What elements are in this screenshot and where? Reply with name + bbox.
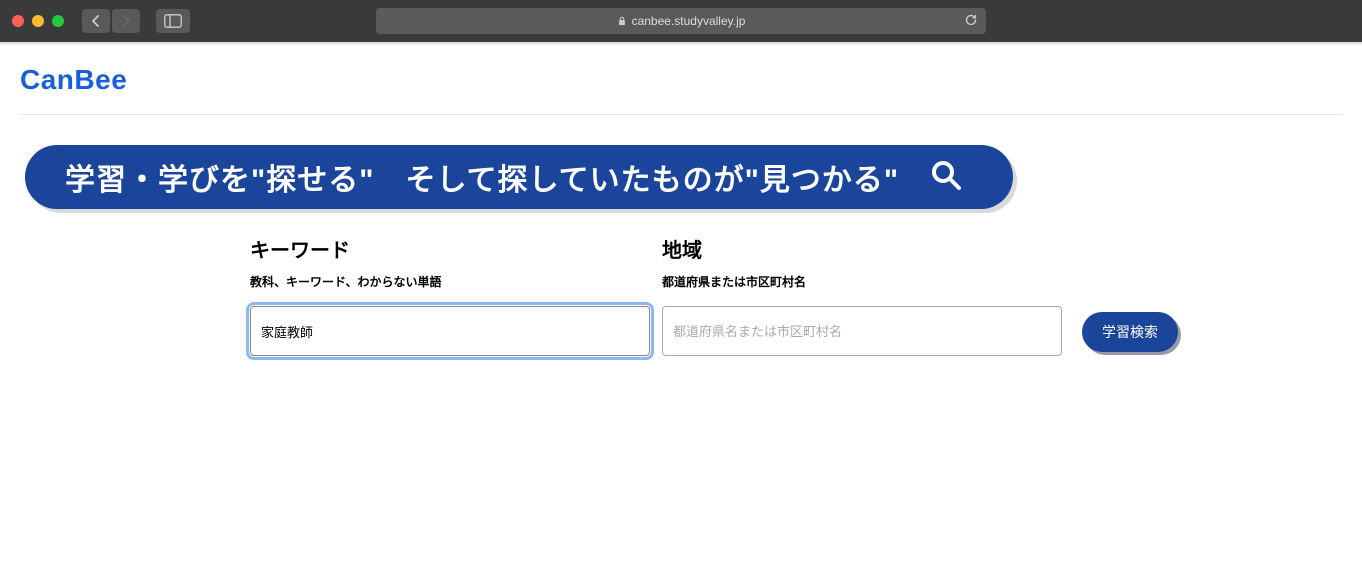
page-content: CanBee 学習・学びを"探せる" そして探していたものが"見つかる" キーワ…	[0, 46, 1362, 356]
region-input[interactable]	[662, 306, 1062, 356]
region-sublabel: 都道府県または市区町村名	[662, 273, 1062, 290]
search-icon	[929, 158, 963, 197]
close-window-button[interactable]	[12, 15, 24, 27]
keyword-input[interactable]	[250, 306, 650, 356]
region-label: 地域	[662, 234, 1062, 263]
search-button[interactable]: 学習検索	[1082, 312, 1178, 352]
divider	[20, 114, 1342, 115]
navigation-buttons	[82, 9, 140, 33]
address-bar[interactable]: canbee.studyvalley.jp	[376, 8, 986, 34]
reload-button[interactable]	[964, 13, 978, 30]
maximize-window-button[interactable]	[52, 15, 64, 27]
window-controls	[12, 15, 64, 27]
forward-button[interactable]	[112, 9, 140, 33]
keyword-label: キーワード	[250, 234, 650, 263]
minimize-window-button[interactable]	[32, 15, 44, 27]
hero-banner: 学習・学びを"探せる" そして探していたものが"見つかる"	[25, 145, 1013, 209]
search-form: キーワード 教科、キーワード、わからない単語 地域 都道府県または市区町村名 学…	[20, 234, 1342, 356]
logo[interactable]: CanBee	[20, 46, 1342, 114]
hero-text: 学習・学びを"探せる" そして探していたものが"見つかる"	[65, 155, 899, 199]
keyword-sublabel: 教科、キーワード、わからない単語	[250, 273, 650, 290]
back-button[interactable]	[82, 9, 110, 33]
region-group: 地域 都道府県または市区町村名	[662, 234, 1062, 356]
lock-icon	[617, 16, 627, 26]
browser-toolbar: canbee.studyvalley.jp	[0, 0, 1362, 42]
url-text: canbee.studyvalley.jp	[632, 14, 746, 28]
sidebar-toggle-button[interactable]	[156, 9, 190, 33]
keyword-group: キーワード 教科、キーワード、わからない単語	[250, 234, 650, 356]
